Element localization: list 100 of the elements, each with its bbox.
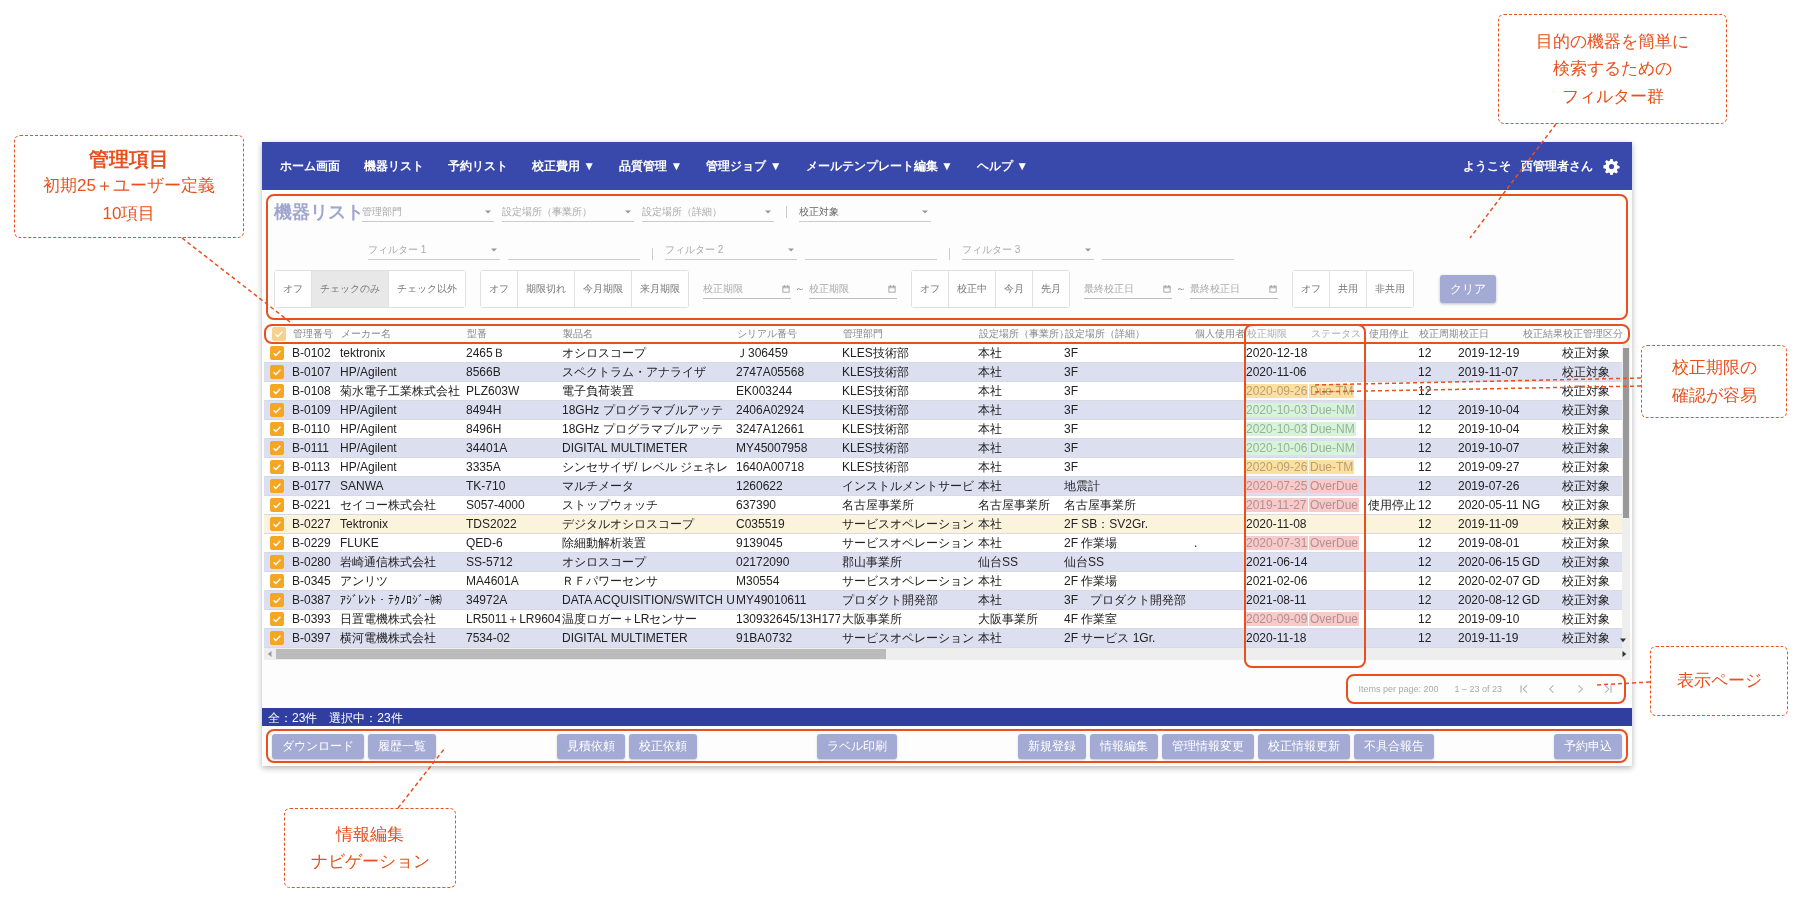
checkbox[interactable] (270, 384, 284, 398)
column-header[interactable]: 設定場所（事業所） (978, 327, 1064, 341)
checkbox[interactable] (270, 346, 284, 360)
table-row[interactable]: B-0102 tektronix 2465Ｂ オシロスコープ Ｊ306459 KLES技術部 本社 3F 2020-12-18 12 2019-12-19 校正対象 (264, 344, 1622, 363)
table-row[interactable]: B-0107 HP/Agilent 8566B スペクトラム・アナライザ 2747A05568 KLES技術部 本社 3F 2020-11-06 12 2019-11-07 校正対象 (264, 363, 1622, 382)
column-header[interactable]: 校正管理区分 (1562, 327, 1624, 341)
dropdown-field[interactable]: 設定場所（事業所） (502, 202, 634, 222)
nav-link[interactable]: 校正費用 ▼ (532, 157, 596, 175)
calendar-icon[interactable] (781, 283, 791, 294)
dropdown-field[interactable]: フィルター 2 (665, 241, 797, 260)
column-header[interactable]: メーカー名 (340, 327, 466, 341)
checkbox[interactable] (270, 593, 284, 607)
checkbox[interactable] (270, 574, 284, 588)
checkbox[interactable] (270, 441, 284, 455)
table-cell: 菊水電子工業株式会社 (339, 382, 461, 400)
table-row[interactable]: B-0280 岩崎通信株式会社 SS-5712 オシロスコープ 02172090 郡山事業所 仙台SS 仙台SS 2021-06-14 12 2020-06-15 GD 校正対象 (264, 553, 1622, 572)
calendar-icon[interactable] (887, 283, 897, 294)
action-button[interactable]: 新規登録 (1017, 733, 1086, 759)
checkbox[interactable] (270, 422, 284, 436)
date-field[interactable]: 校正期限 (703, 279, 791, 299)
table-row[interactable]: B-0221 セイコー株式会社 S057-4000 ストップウォッチ 637390 名古屋事業所 名古屋事業所 名古屋事業所 2019-11-27 OverDue 使用停止 12 2020-05-11 NG 校正対象 (264, 496, 1622, 515)
date-field[interactable]: 校正期限 (809, 279, 897, 299)
checkbox[interactable] (270, 612, 284, 626)
toggle-option[interactable]: 先月 (1032, 271, 1069, 307)
column-header[interactable]: 管理部門 (842, 327, 978, 341)
calendar-icon[interactable] (1268, 283, 1278, 294)
column-header[interactable]: 管理番号 (292, 327, 340, 341)
dropdown-field[interactable]: 校正対象 (799, 202, 931, 222)
dropdown-field[interactable]: 管理部門 (362, 202, 494, 222)
checkbox[interactable] (270, 536, 284, 550)
checkbox[interactable] (270, 498, 284, 512)
table-row[interactable]: B-0345 アンリツ MA4601A ＲＦパワーセンサ M30554 サービスオペレーション 本社 2F 作業場 2021-02-06 12 2020-02-07 GD 校正対象 (264, 572, 1622, 591)
column-header[interactable]: 校正日 (1458, 327, 1522, 341)
nav-link[interactable]: 管理ジョブ ▼ (706, 157, 782, 175)
date-field[interactable]: 最終校正日 (1190, 279, 1278, 299)
callout-text: フィルター群 (1560, 85, 1665, 108)
field-text: 校正期限 (809, 281, 849, 296)
column-header[interactable]: 校正周期 (1418, 327, 1458, 341)
date-field[interactable]: 最終校正日 (1084, 279, 1172, 299)
table-row[interactable]: B-0177 SANWA TK-710 マルチメータ 1260622 インストルメントサービ 本社 地震計 2020-07-25 OverDue 12 2019-07-26 校正対象 (264, 477, 1622, 496)
nav-link[interactable]: 品質管理 ▼ (619, 157, 683, 175)
table-row[interactable]: B-0110 HP/Agilent 8496H 18GHz プログラマブルアッテ 3247A12661 KLES技術部 本社 3F 2020-10-03 Due-NM 12 2019-10-04 校正対象 (264, 420, 1622, 439)
table-row[interactable]: B-0393 日置電機株式会社 LR5011＋LR9604温度ロガー＋LRセンサー 130932645/13H177 大阪事業所 大阪事業所 4F 作業室 2020-09-09 OverDue 12 2019-09-10 校正対象 (264, 610, 1622, 629)
table-row[interactable]: B-0387 ｱｼﾞﾚﾝﾄ・ﾃｸﾉﾛｼﾞｰ㈱ 34972A DATA ACQUISITION/SWITCH U MY49010611 プロダクト開発部 本社 3F プロダクト開発部 2021-08-11 12 2020-08-12 GD 校正対象 (264, 591, 1622, 610)
table-cell: 2019-11-27 (1245, 498, 1308, 512)
toggle-option[interactable]: チェックのみ (311, 271, 388, 307)
checkbox[interactable] (270, 403, 284, 417)
scrollbar[interactable] (1622, 344, 1630, 648)
nav-link[interactable]: メールテンプレート編集 ▼ (805, 157, 953, 175)
action-button[interactable]: 履歴一覧 (368, 733, 436, 759)
table-row[interactable]: B-0109 HP/Agilent 8494H 18GHz プログラマブルアッテ 2406A02924 KLES技術部 本社 3F 2020-10-03 Due-NM 12 2019-10-04 校正対象 (264, 401, 1622, 420)
checkbox[interactable] (270, 479, 284, 493)
checkbox[interactable] (272, 327, 286, 341)
table-row[interactable]: B-0113 HP/Agilent 3335A シンセサイザ/ レベル ジェネレ 1640A00718 KLES技術部 本社 3F 2020-09-26 Due-TM 12 2019-09-27 校正対象 (264, 458, 1622, 477)
dropdown-field[interactable]: フィルター 1 (368, 241, 500, 260)
clear-button[interactable]: クリア (1440, 275, 1496, 303)
table-row[interactable]: B-0111 HP/Agilent 34401A DIGITAL MULTIMETER MY45007958 KLES技術部 本社 3F 2020-10-06 Due-NM 12 2019-10-07 校正対象 (264, 439, 1622, 458)
nav-link[interactable]: 予約リスト (448, 157, 508, 175)
action-button[interactable]: ラベル印刷 (817, 733, 897, 759)
dropdown-field[interactable]: 設定場所（詳細） (642, 202, 774, 222)
dropdown-field[interactable]: フィルター 3 (962, 241, 1094, 260)
table-cell: 校正対象 (1561, 629, 1611, 647)
action-button[interactable]: 見積依頼 (556, 733, 625, 759)
first-page-icon[interactable] (1518, 683, 1530, 695)
calendar-icon[interactable] (1162, 283, 1172, 294)
column-header[interactable]: 製品名 (562, 327, 736, 341)
table-cell: B-0280 (291, 555, 332, 569)
table-row[interactable]: B-0397 横河電機株式会社 7534-02 DIGITAL MULTIMETER 91BA0732 サービスオペレーション 本社 2F サービス 1Gr. 2020-11-18 12 2019-11-19 校正対象 (264, 629, 1622, 648)
column-header[interactable]: 校正結果 (1522, 327, 1562, 341)
column-header[interactable]: 使用停止 (1364, 327, 1418, 341)
checkbox[interactable] (270, 555, 284, 569)
toggle-option[interactable]: 来月期限 (631, 271, 688, 307)
nav-link[interactable]: ホーム画面 (280, 157, 340, 175)
checkbox[interactable] (270, 517, 284, 531)
table-row[interactable]: B-0229 FLUKE QED-6 除細動解析装置 9139045 サービスオペレーション 本社 2F 作業場 . 2020-07-31 OverDue 12 2019-08-01 校正対象 (264, 534, 1622, 553)
column-header[interactable]: 個人使用者 (1194, 327, 1246, 341)
checkbox[interactable] (270, 631, 284, 645)
settings-icon[interactable] (1603, 157, 1620, 175)
checkbox[interactable] (270, 365, 284, 379)
nav-link[interactable]: 機器リスト (364, 157, 424, 175)
column-header[interactable]: シリアル番号 (736, 327, 842, 341)
nav-link[interactable]: ヘルプ ▼ (976, 157, 1029, 175)
column-header[interactable]: 設定場所（詳細） (1064, 327, 1194, 341)
toggle-option[interactable]: チェック以外 (388, 271, 465, 307)
toggle-option[interactable]: 非共用 (1366, 271, 1413, 307)
action-button[interactable]: 予約申込 (1554, 733, 1622, 759)
column-header[interactable]: 校正期限 (1246, 327, 1310, 341)
table-cell: 本社 (977, 344, 1003, 362)
column-header[interactable]: 型番 (466, 327, 562, 341)
column-header[interactable]: ステータス (1310, 327, 1364, 341)
last-page-icon[interactable] (1602, 683, 1614, 695)
table-cell: . (1193, 536, 1199, 550)
action-button[interactable]: 校正依頼 (628, 733, 697, 759)
action-button[interactable]: ダウンロード (272, 733, 364, 759)
action-button[interactable]: 情報編集 (1089, 733, 1158, 759)
action-button[interactable]: 不具合報告 (1353, 733, 1434, 759)
table-row[interactable]: B-0227 Tektronix TDS2022 デジタルオシロスコープ C035519 サービスオペレーション 本社 2F SB：SV2Gr. 2020-11-08 12 2019-11-09 校正対象 (264, 515, 1622, 534)
checkbox[interactable] (270, 460, 284, 474)
action-button[interactable]: 校正情報更新 (1257, 733, 1350, 759)
action-button[interactable]: 管理情報変更 (1161, 733, 1254, 759)
